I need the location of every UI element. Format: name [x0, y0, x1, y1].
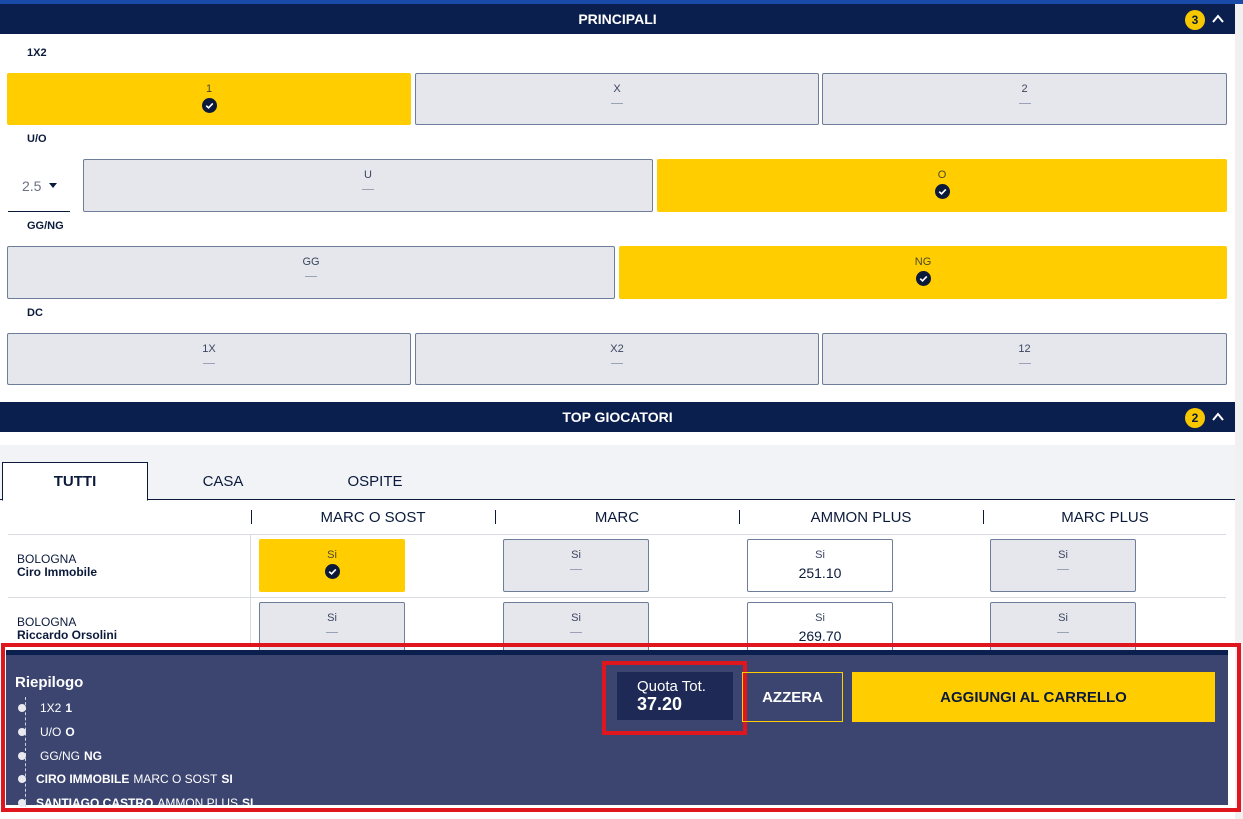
market-label-uo: U/O: [27, 133, 47, 145]
player-tabs: TUTTI CASA OSPITE: [0, 445, 1235, 501]
odd-button-12[interactable]: 12: [822, 333, 1227, 385]
odd-label: Si: [327, 612, 337, 624]
column-header-ammon-plus: AMMON PLUS: [810, 508, 912, 526]
check-circle-icon: [201, 98, 217, 113]
odd-unavailable-dash: [611, 103, 623, 104]
odd-label: Si: [1058, 612, 1068, 624]
market-label-ggng: GG/NG: [27, 220, 64, 232]
section-title: PRINCIPALI: [578, 11, 657, 27]
selection-count-badge: 3: [1185, 10, 1205, 30]
odd-label: U: [364, 169, 372, 181]
odd-label: 1: [205, 83, 213, 95]
odd-button-1x[interactable]: 1X: [7, 333, 411, 385]
odd-label: GG: [302, 256, 320, 268]
odd-unavailable-dash: [305, 276, 317, 277]
tab-casa[interactable]: CASA: [150, 462, 296, 500]
odd-unavailable-dash: [362, 189, 374, 190]
section-title: TOP GIOCATORI: [562, 409, 673, 425]
section-header-top-giocatori[interactable]: TOP GIOCATORI 2: [0, 402, 1235, 432]
odd-unavailable-dash: [611, 363, 623, 364]
chevron-up-icon[interactable]: [1211, 12, 1225, 26]
section-header-principali[interactable]: PRINCIPALI 3: [0, 4, 1235, 34]
odd-unavailable-dash: [570, 632, 582, 633]
odd-label: Si: [571, 612, 581, 624]
odd-label: Si: [815, 549, 825, 561]
chevron-up-icon[interactable]: [1211, 410, 1225, 424]
odd-label: X: [613, 83, 621, 95]
odd-button-ng[interactable]: NG: [619, 246, 1227, 299]
tab-ospite[interactable]: OSPITE: [302, 462, 448, 500]
odd-label: 12: [1018, 343, 1031, 355]
odd-button-over[interactable]: O: [657, 159, 1227, 212]
check-circle-icon: [915, 271, 931, 286]
player-team: BOLOGNA: [17, 615, 77, 629]
odd-label: Si: [815, 612, 825, 624]
highlight-frame: [602, 661, 747, 735]
market-label-dc: DC: [27, 307, 43, 319]
odd-button-1[interactable]: 1: [7, 73, 411, 125]
odd-label: Si: [327, 549, 337, 561]
odd-unavailable-dash: [326, 632, 338, 633]
check-circle-icon: [324, 564, 340, 579]
check-circle-icon: [934, 184, 950, 199]
player-odd-button[interactable]: Si: [259, 539, 405, 592]
odd-label: NG: [914, 256, 932, 268]
odd-button-gg[interactable]: GG: [7, 246, 615, 299]
column-header-marc-o-sost: MARC O SOST: [320, 508, 426, 526]
market-label-1x2: 1X2: [27, 47, 47, 59]
odd-unavailable-dash: [1018, 363, 1031, 364]
player-odd-button[interactable]: Si: [990, 539, 1136, 592]
caret-down-icon: [49, 183, 58, 188]
uo-line-select[interactable]: 2.5: [8, 160, 70, 212]
odd-unavailable-dash: [1018, 103, 1031, 104]
player-name: Riccardo Orsolini: [17, 628, 118, 642]
uo-line-value: 2.5: [22, 177, 42, 194]
odd-label: 1X: [202, 343, 216, 355]
odd-button-under[interactable]: U: [83, 159, 653, 212]
add-to-cart-button[interactable]: AGGIUNGI AL CARRELLO: [852, 672, 1215, 722]
odd-label: O: [937, 169, 947, 181]
selection-count-badge: 2: [1185, 408, 1205, 428]
player-team: BOLOGNA: [17, 552, 77, 566]
tab-tutti[interactable]: TUTTI: [2, 462, 148, 501]
odd-unavailable-dash: [570, 569, 582, 570]
odd-label: Si: [571, 549, 581, 561]
column-header-marc: MARC: [594, 508, 640, 526]
odd-button-2[interactable]: 2: [822, 73, 1227, 125]
odd-label: 2: [1021, 83, 1028, 95]
odd-button-x2[interactable]: X2: [415, 333, 819, 385]
player-name: Ciro Immobile: [17, 565, 98, 579]
odd-unavailable-dash: [1057, 632, 1069, 633]
odd-button-x[interactable]: X: [415, 73, 819, 125]
odd-unavailable-dash: [203, 363, 215, 364]
odd-price: 269.70: [798, 628, 842, 644]
odd-unavailable-dash: [1057, 569, 1069, 570]
odd-label: X2: [610, 343, 624, 355]
player-odd-button[interactable]: Si: [503, 539, 649, 592]
odd-price: 251.10: [798, 565, 842, 581]
odd-label: Si: [1058, 549, 1068, 561]
player-odd-button[interactable]: Si 251.10: [747, 539, 893, 592]
column-header-marc-plus: MARC PLUS: [1061, 508, 1149, 526]
reset-button[interactable]: AZZERA: [742, 672, 843, 722]
